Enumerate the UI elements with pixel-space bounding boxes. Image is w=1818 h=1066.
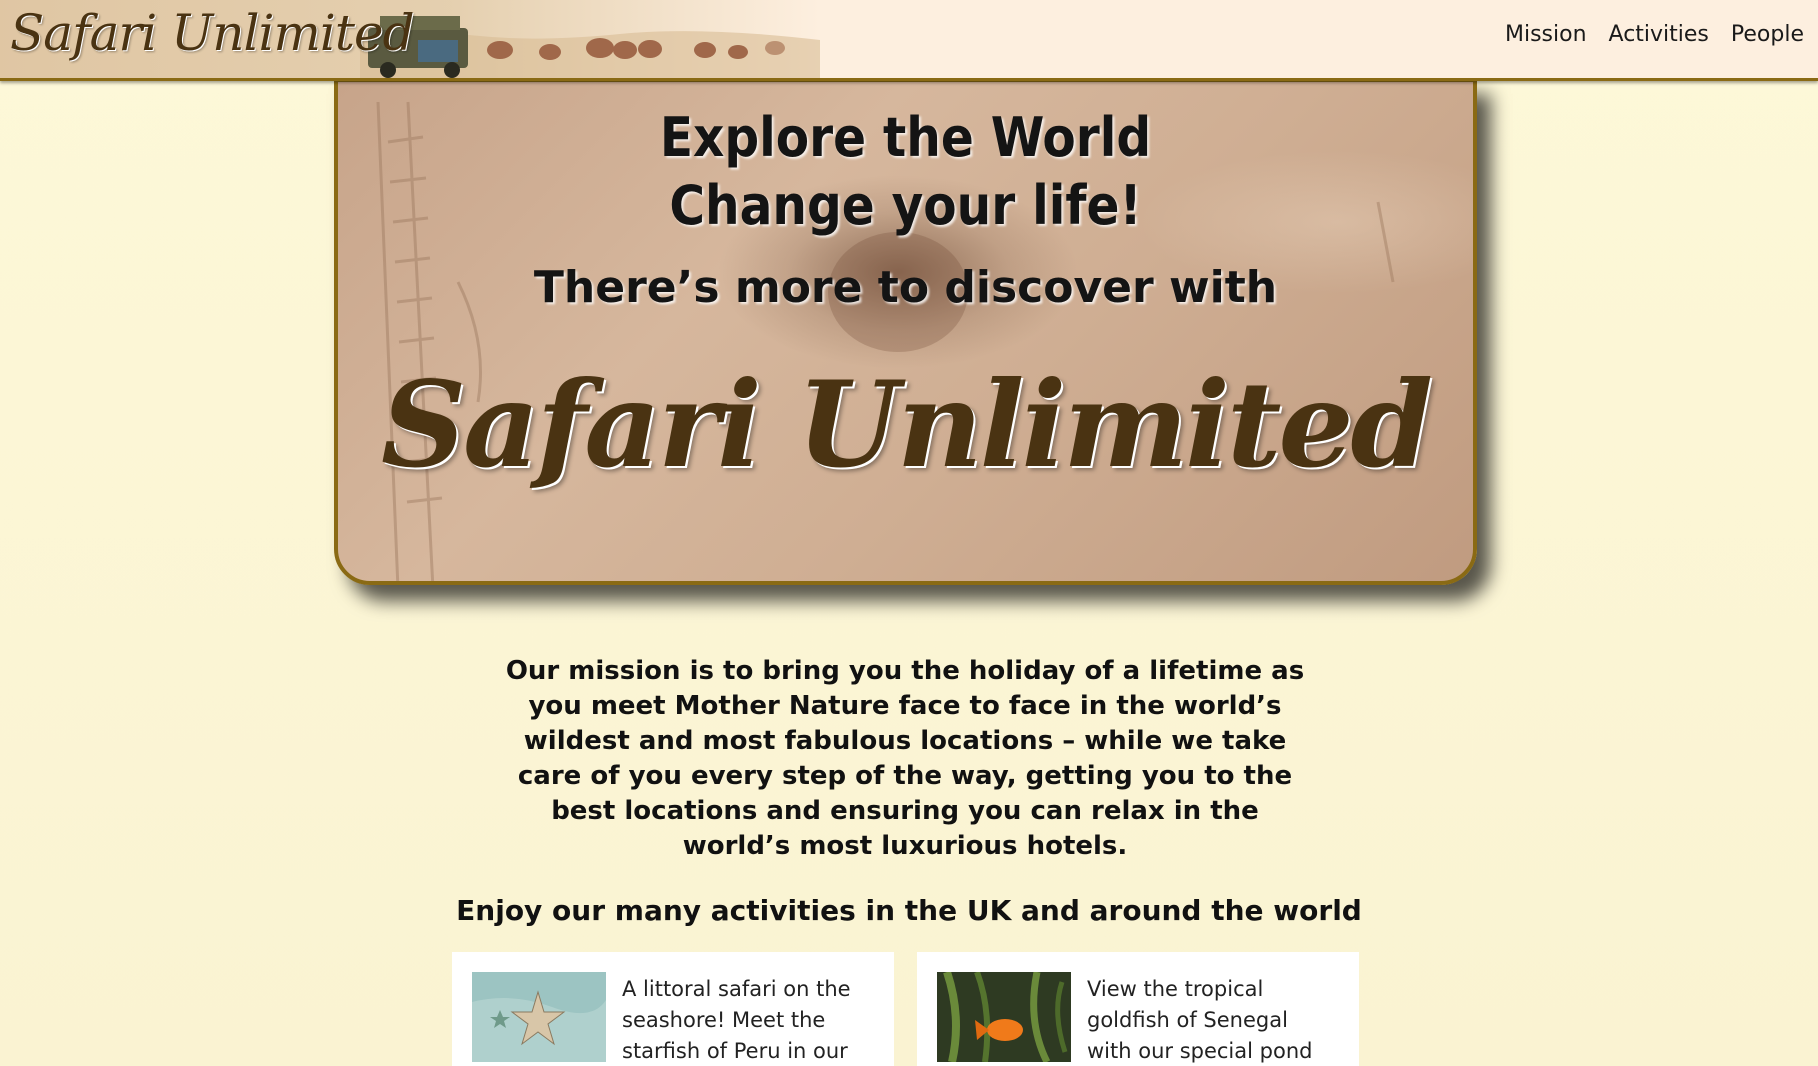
nav-link-activities[interactable]: Activities <box>1609 22 1709 47</box>
hero-banner: Explore the World Change your life! Ther… <box>334 78 1477 585</box>
hero-brand-title: Safari Unlimited <box>380 355 1433 494</box>
site-header: Safari Unlimited Mission Activities Peop… <box>0 0 1818 81</box>
nav-link-people[interactable]: People <box>1731 22 1804 47</box>
activity-card-text: A littoral safari on the seashore! Meet … <box>622 977 851 1063</box>
main-nav: Mission Activities People <box>1505 22 1804 47</box>
mission-statement: Our mission is to bring you the holiday … <box>505 656 1305 861</box>
hero-text: Explore the World Change your life! Ther… <box>338 82 1473 494</box>
goldfish-photo <box>937 972 1071 1062</box>
activity-card-goldfish[interactable]: View the tropical goldfish of Senegal wi… <box>917 952 1359 1066</box>
starfish-photo <box>472 972 606 1062</box>
activity-card-text: View the tropical goldfish of Senegal wi… <box>1087 977 1313 1063</box>
hero-heading-line2: Change your life! <box>669 174 1142 237</box>
activities-heading: Enjoy our many activities in the UK and … <box>456 894 1362 927</box>
nav-link-mission[interactable]: Mission <box>1505 22 1587 47</box>
activity-card-littoral[interactable]: A littoral safari on the seashore! Meet … <box>452 952 894 1066</box>
hero-heading-line1: Explore the World <box>659 106 1152 169</box>
site-logo[interactable]: Safari Unlimited <box>10 4 415 62</box>
hero-subheading: There’s more to discover with <box>533 262 1278 313</box>
